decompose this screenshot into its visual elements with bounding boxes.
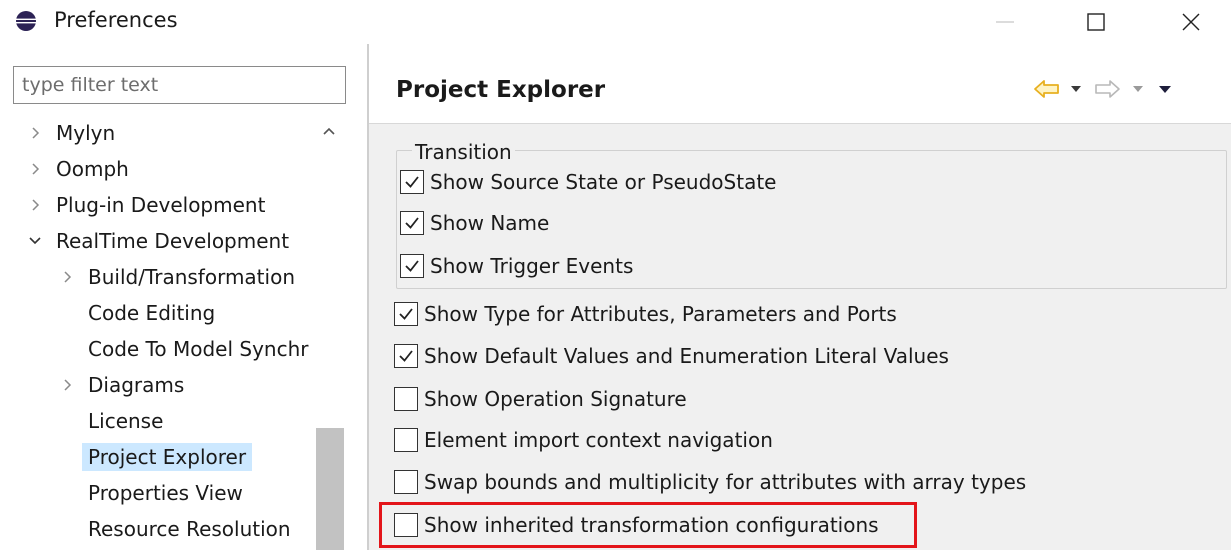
- tree-item[interactable]: Project Explorer: [56, 440, 253, 474]
- option-checkbox-row[interactable]: Element import context navigation: [394, 425, 773, 455]
- checkbox-unchecked[interactable]: [394, 428, 418, 452]
- tree-item[interactable]: Resource Resolution: [56, 512, 291, 546]
- option-checkbox-row[interactable]: Show Trigger Events: [400, 251, 633, 281]
- checkbox-checked[interactable]: [400, 254, 424, 278]
- maximize-icon: [1087, 13, 1105, 31]
- option-checkbox-row[interactable]: Show Name: [400, 208, 549, 238]
- option-label: Show Default Values and Enumeration Lite…: [424, 344, 949, 368]
- option-checkbox-row[interactable]: Show Type for Attributes, Parameters and…: [394, 299, 897, 329]
- scroll-up-button[interactable]: [314, 116, 344, 146]
- tree-item[interactable]: License: [56, 404, 163, 438]
- chevron-right-icon[interactable]: [24, 122, 46, 144]
- tree-item-label: Code Editing: [88, 301, 216, 325]
- tree-item-label: Code To Model Synchr: [88, 337, 309, 361]
- tree-item[interactable]: Oomph: [24, 152, 129, 186]
- window-title: Preferences: [54, 8, 178, 32]
- preference-tree: Mylyn Oomph Plug-in Development RealTime De…: [0, 116, 345, 550]
- tree-item-label: RealTime Development: [56, 229, 290, 253]
- tree-item-label: Diagrams: [88, 373, 185, 397]
- tree-item-label: Build/Transformation: [88, 265, 295, 289]
- checkbox-unchecked[interactable]: [394, 470, 418, 494]
- page-navigation: [1029, 74, 1181, 104]
- chevron-down-icon[interactable]: [24, 230, 46, 252]
- tree-item-label: License: [88, 409, 164, 433]
- tree-item[interactable]: Build/Transformation: [56, 260, 295, 294]
- checkbox-checked[interactable]: [394, 302, 418, 326]
- filter-input[interactable]: [13, 66, 346, 104]
- close-icon: [1182, 13, 1200, 31]
- transition-group-label: Transition: [412, 140, 515, 164]
- option-checkbox-row[interactable]: Show Default Values and Enumeration Lite…: [394, 341, 949, 371]
- option-label: Show Operation Signature: [424, 387, 687, 411]
- forward-button[interactable]: [1087, 74, 1127, 104]
- tree-item-label: Plug-in Development: [56, 193, 266, 217]
- chevron-right-icon[interactable]: [56, 374, 78, 396]
- back-dropdown-icon: [1071, 86, 1081, 92]
- maximize-button[interactable]: [1066, 0, 1126, 44]
- tree-item-label: Resource Resolution: [88, 517, 291, 541]
- option-label: Swap bounds and multiplicity for attribu…: [424, 470, 1027, 494]
- checkbox-checked[interactable]: [400, 170, 424, 194]
- checkbox-checked[interactable]: [394, 344, 418, 368]
- page-title: Project Explorer: [396, 77, 606, 103]
- chevron-right-icon[interactable]: [24, 158, 46, 180]
- minimize-button[interactable]: [975, 0, 1035, 44]
- view-menu-icon: [1159, 85, 1171, 93]
- option-label: Element import context navigation: [424, 428, 773, 452]
- option-checkbox-row[interactable]: Show Source State or PseudoState: [400, 167, 776, 197]
- title-bar: Preferences: [0, 0, 1231, 44]
- option-label: Show Trigger Events: [430, 254, 634, 278]
- tree-item[interactable]: Plug-in Development: [24, 188, 265, 222]
- eclipse-icon: [16, 11, 36, 31]
- checkbox-unchecked[interactable]: [394, 387, 418, 411]
- tree-item[interactable]: RealTime Development: [24, 224, 289, 258]
- chevron-right-icon[interactable]: [24, 194, 46, 216]
- forward-arrow-icon: [1095, 80, 1120, 98]
- tree-item-label: Oomph: [56, 157, 129, 181]
- tree-item[interactable]: Mylyn: [24, 116, 115, 150]
- tree-scrollbar[interactable]: [314, 116, 344, 550]
- tree-item[interactable]: Code Editing: [56, 296, 215, 330]
- forward-dropdown-icon: [1133, 86, 1143, 92]
- preference-tree-pane: Mylyn Oomph Plug-in Development RealTime De…: [0, 44, 367, 550]
- close-button[interactable]: [1161, 0, 1221, 44]
- checkbox-checked[interactable]: [400, 211, 424, 235]
- option-label: Show Type for Attributes, Parameters and…: [424, 302, 897, 326]
- tree-item[interactable]: Properties View: [56, 476, 243, 510]
- option-checkbox-row[interactable]: Show Operation Signature: [394, 384, 687, 414]
- view-menu-button[interactable]: [1149, 74, 1181, 104]
- option-label: Show Name: [430, 211, 550, 235]
- tree-item-label: Properties View: [88, 481, 243, 505]
- tree-item[interactable]: Code To Model Synchr: [56, 332, 308, 366]
- highlight-box: [379, 502, 917, 548]
- forward-dropdown-button[interactable]: [1127, 74, 1149, 104]
- tree-item-label: Project Explorer: [82, 443, 253, 471]
- option-label: Show Source State or PseudoState: [430, 170, 777, 194]
- tree-item-label: Mylyn: [56, 121, 116, 145]
- back-button[interactable]: [1029, 74, 1065, 104]
- tree-viewport: Mylyn Oomph Plug-in Development RealTime De…: [0, 116, 314, 550]
- back-arrow-icon: [1034, 80, 1059, 98]
- option-checkbox-row[interactable]: Swap bounds and multiplicity for attribu…: [394, 467, 1026, 497]
- scroll-thumb[interactable]: [316, 428, 344, 550]
- minimize-icon: [996, 21, 1014, 23]
- chevron-up-icon: [323, 127, 335, 135]
- page-header: Project Explorer: [369, 44, 1231, 124]
- chevron-right-icon[interactable]: [56, 266, 78, 288]
- preference-page: Project Explorer Transition Show Source …: [369, 44, 1231, 550]
- back-dropdown-button[interactable]: [1065, 74, 1087, 104]
- tree-item[interactable]: Diagrams: [56, 368, 184, 402]
